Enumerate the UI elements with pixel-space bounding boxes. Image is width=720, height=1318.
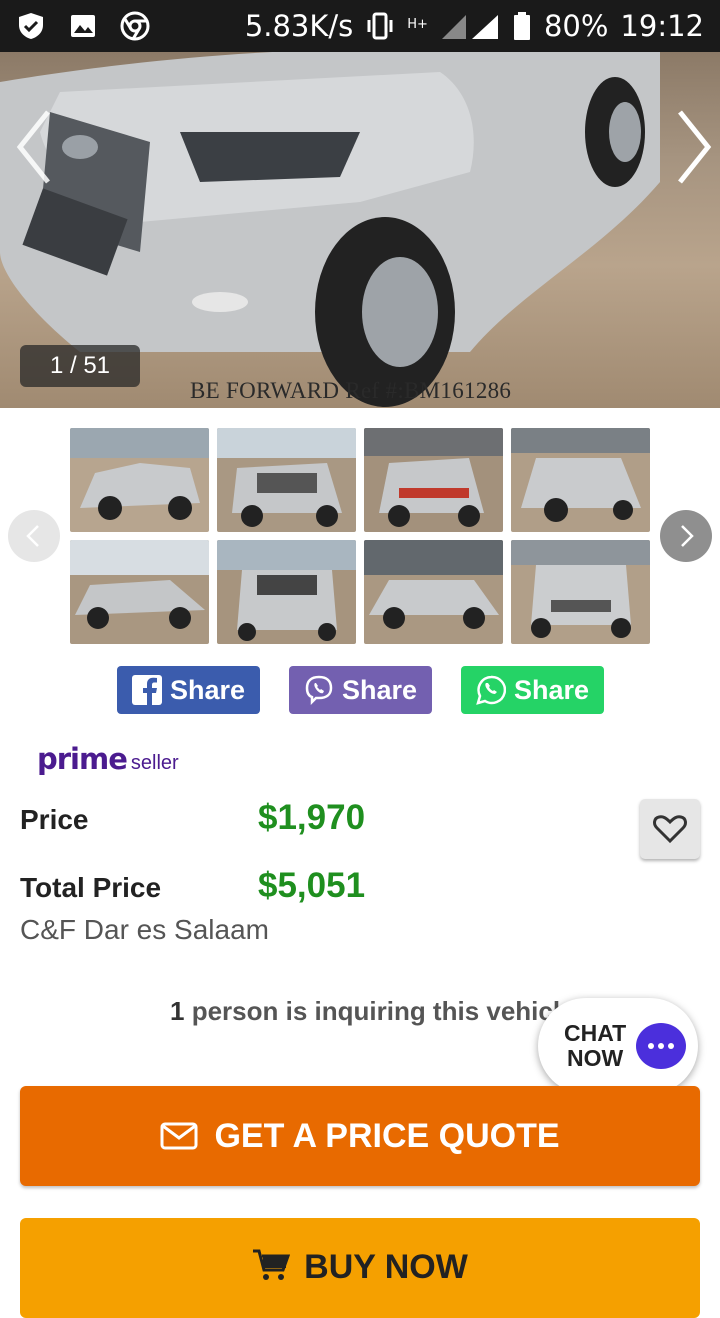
envelope-icon bbox=[160, 1122, 198, 1150]
next-photo-arrow[interactable] bbox=[664, 102, 720, 192]
chevron-right-icon bbox=[678, 110, 712, 184]
chevron-left-icon bbox=[16, 110, 50, 184]
viber-share-button[interactable]: Share bbox=[289, 666, 432, 714]
cart-icon bbox=[253, 1249, 291, 1280]
shield-check-icon bbox=[16, 11, 46, 41]
photo-counter: 1 / 51 bbox=[20, 345, 140, 387]
vibrate-icon bbox=[365, 11, 395, 41]
signal-icon bbox=[440, 11, 500, 41]
thumbnail[interactable] bbox=[70, 428, 209, 532]
net-speed: 5.83K/s bbox=[244, 9, 354, 43]
network-type: H+ bbox=[407, 17, 428, 32]
get-price-quote-button[interactable]: GET A PRICE QUOTE bbox=[20, 1086, 700, 1186]
chevron-left-icon bbox=[26, 525, 39, 547]
seller-text: seller bbox=[130, 752, 179, 774]
thumbnail[interactable] bbox=[511, 428, 650, 532]
main-photo[interactable]: 1 / 51 BE FORWARD Ref #:BM161286 bbox=[0, 52, 720, 408]
inquiry-text: person is inquiring this vehicle bbox=[184, 996, 560, 1026]
chat-bubble-icon bbox=[636, 1023, 687, 1069]
facebook-icon bbox=[131, 675, 162, 705]
clock: 19:12 bbox=[620, 9, 704, 43]
reference-watermark: BE FORWARD Ref #:BM161286 bbox=[190, 378, 512, 403]
viber-icon bbox=[305, 675, 333, 705]
buy-now-label: BUY NOW bbox=[304, 1248, 468, 1286]
whatsapp-icon bbox=[476, 675, 506, 705]
battery-icon bbox=[512, 11, 532, 41]
heart-icon bbox=[653, 815, 687, 844]
status-bar: 5.83K/s H+ 80% 19:12 bbox=[0, 0, 720, 52]
thumbnails-prev-button[interactable] bbox=[8, 510, 60, 562]
image-icon bbox=[68, 11, 98, 41]
battery-percent: 80% bbox=[543, 9, 609, 43]
thumbnail[interactable] bbox=[217, 428, 356, 532]
prime-seller-badge: prime seller bbox=[37, 742, 179, 776]
favorite-button[interactable] bbox=[640, 799, 700, 859]
inquiry-notice: 1 person is inquiring this vehicle bbox=[170, 996, 560, 1027]
chevron-right-icon bbox=[681, 525, 694, 547]
get-price-quote-label: GET A PRICE QUOTE bbox=[214, 1116, 560, 1155]
thumbnail[interactable] bbox=[511, 540, 650, 644]
buy-now-button[interactable]: BUY NOW bbox=[20, 1218, 700, 1318]
chrome-icon bbox=[120, 11, 150, 41]
price-value: $1,970 bbox=[258, 798, 366, 837]
thumbnail[interactable] bbox=[217, 540, 356, 644]
prime-logo-text: prime bbox=[37, 742, 128, 776]
chat-label-line1: CHAT bbox=[564, 1020, 627, 1046]
thumbnail[interactable] bbox=[70, 540, 209, 644]
viber-share-label: Share bbox=[341, 674, 418, 705]
thumbnails-next-button[interactable] bbox=[660, 510, 712, 562]
price-label: Price bbox=[20, 804, 89, 835]
chat-now-button[interactable]: CHAT NOW bbox=[538, 998, 698, 1094]
prev-photo-arrow[interactable] bbox=[8, 102, 64, 192]
whatsapp-share-button[interactable]: Share bbox=[461, 666, 604, 714]
thumbnail[interactable] bbox=[364, 540, 503, 644]
total-price-value: $5,051 bbox=[258, 866, 366, 905]
whatsapp-share-label: Share bbox=[513, 674, 590, 705]
shipping-destination: C&F Dar es Salaam bbox=[20, 914, 269, 945]
thumbnail[interactable] bbox=[364, 428, 503, 532]
facebook-share-label: Share bbox=[169, 674, 246, 705]
inquiry-count: 1 bbox=[170, 996, 185, 1026]
share-buttons: Share Share Share bbox=[117, 666, 604, 714]
total-price-label: Total Price bbox=[20, 872, 162, 903]
facebook-share-button[interactable]: Share bbox=[117, 666, 260, 714]
thumbnail-gallery bbox=[0, 408, 720, 658]
chat-now-label: CHAT NOW bbox=[564, 1021, 626, 1071]
chat-label-line2: NOW bbox=[566, 1045, 624, 1071]
